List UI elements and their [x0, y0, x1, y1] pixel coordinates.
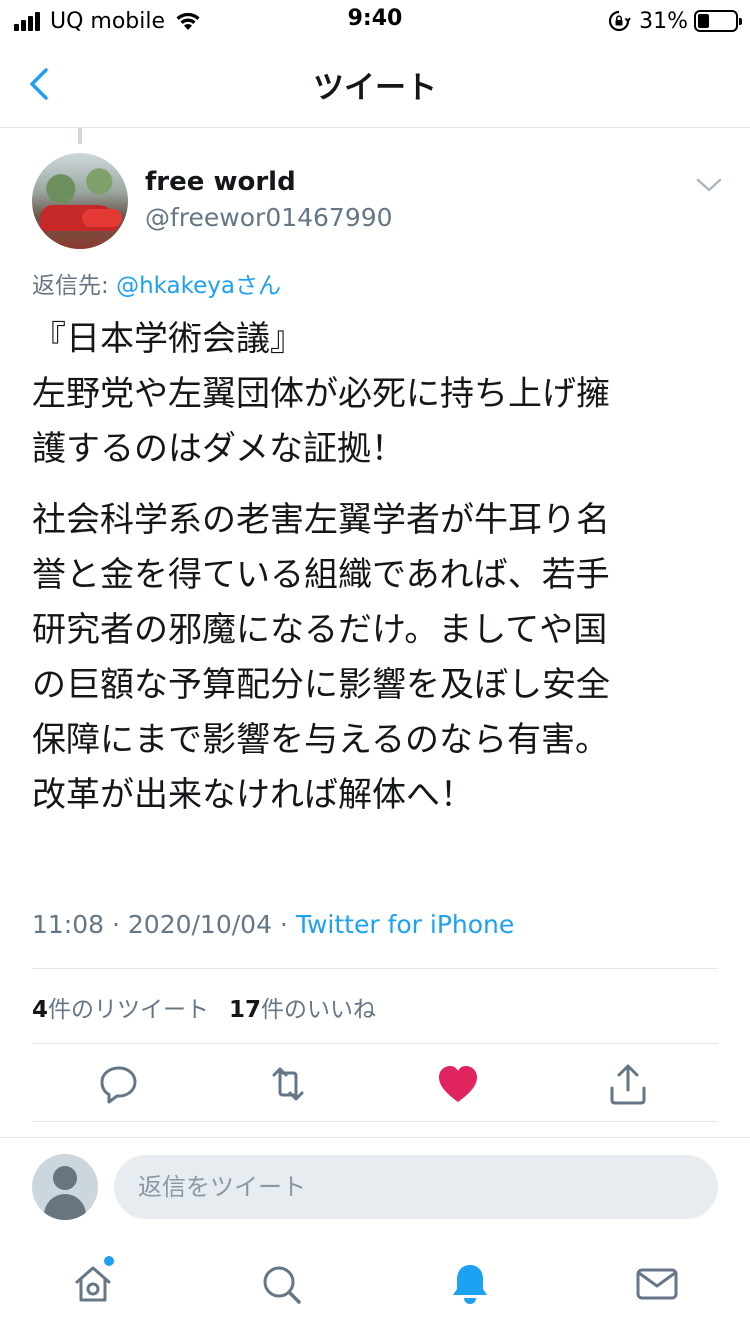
- navigation-bar: ツイート: [0, 40, 750, 128]
- reply-icon[interactable]: [97, 1060, 141, 1108]
- retweet-icon[interactable]: [266, 1060, 310, 1108]
- author-handle[interactable]: @freewor01467990: [145, 203, 393, 232]
- tweet-paragraph-2: 社会科学系の老害左翼学者が牛耳り名 誉と金を得ている組織であれば、若手 研究者の…: [32, 493, 722, 823]
- tweet-line: 護するのはダメな証拠！: [32, 429, 405, 469]
- thread-connector: [78, 128, 82, 144]
- rotation-lock-icon: [609, 10, 631, 32]
- like-count[interactable]: 17: [229, 997, 261, 1023]
- divider: [32, 1121, 718, 1122]
- status-right: 31%: [607, 6, 742, 36]
- reply-to-line: 返信先: @hkakeyaさん: [32, 266, 281, 300]
- retweet-label[interactable]: 件のリツイート: [48, 997, 209, 1023]
- messages-icon[interactable]: [635, 1260, 679, 1308]
- tweet-line: 研究者の邪魔になるだけ。ましてや国: [32, 610, 608, 650]
- tweet-line: 左野党や左翼団体が必死に持ち上げ擁: [32, 374, 610, 414]
- retweet-count[interactable]: 4: [32, 997, 48, 1023]
- tweet-text: 『日本学術会議』 左野党や左翼団体が必死に持ち上げ擁 護するのはダメな証拠！ 社…: [32, 312, 722, 823]
- tweet-date: 2020/10/04: [127, 910, 272, 939]
- divider: [32, 968, 718, 969]
- reply-input[interactable]: 返信をツイート: [114, 1155, 718, 1219]
- tweet-source-link[interactable]: Twitter for iPhone: [296, 910, 514, 939]
- chevron-down-icon[interactable]: [694, 172, 724, 198]
- author-avatar[interactable]: [32, 153, 128, 249]
- page-title: ツイート: [313, 70, 437, 106]
- tweet-stats: 4件のリツイート 17件のいいね: [32, 990, 396, 1024]
- battery-icon: [694, 10, 742, 32]
- meta-separator: ·: [104, 910, 128, 939]
- tweet-meta: 11:08 · 2020/10/04 · Twitter for iPhone: [32, 910, 514, 939]
- home-icon[interactable]: [71, 1260, 115, 1308]
- like-icon[interactable]: [436, 1060, 480, 1108]
- search-icon[interactable]: [259, 1260, 303, 1308]
- like-label[interactable]: 件のいいね: [261, 997, 376, 1023]
- battery-percent: 31%: [639, 8, 688, 34]
- tweet-line: 社会科学系の老害左翼学者が牛耳り名: [32, 500, 610, 540]
- tweet-time: 11:08: [32, 910, 105, 939]
- like-count-link[interactable]: 17件のいいね: [229, 990, 376, 1024]
- meta-separator: ·: [271, 910, 296, 939]
- tweet-line: 『日本学術会議』: [32, 319, 304, 359]
- section-divider: [0, 1137, 750, 1138]
- reply-to-prefix: 返信先:: [32, 273, 117, 299]
- share-icon[interactable]: [606, 1060, 650, 1108]
- author-display-name[interactable]: free world: [145, 167, 296, 197]
- notifications-icon[interactable]: [448, 1260, 492, 1308]
- my-avatar[interactable]: [32, 1154, 98, 1220]
- tweet-line: 誉と金を得ている組織であれば、若手: [32, 555, 610, 595]
- status-bar: UQ mobile 9:40 31%: [0, 0, 750, 40]
- tweet-line: の巨額な予算配分に影響を及ぼし安全: [32, 665, 610, 705]
- reply-to-mention[interactable]: @hkakeyaさん: [116, 273, 281, 299]
- tweet-line: 改革が出来なければ解体へ！: [32, 775, 474, 815]
- retweet-count-link[interactable]: 4件のリツイート: [32, 990, 209, 1024]
- tweet-line: 保障にまで影響を与えるのなら有害。: [32, 720, 609, 760]
- home-notification-dot: [104, 1256, 114, 1266]
- reply-to-suffix[interactable]: さん: [235, 273, 281, 299]
- tweet-paragraph-1: 『日本学術会議』 左野党や左翼団体が必死に持ち上げ擁 護するのはダメな証拠！: [32, 312, 722, 477]
- tweet-actions: [0, 1060, 750, 1112]
- divider: [32, 1043, 718, 1044]
- reply-to-user[interactable]: @hkakeya: [116, 273, 235, 299]
